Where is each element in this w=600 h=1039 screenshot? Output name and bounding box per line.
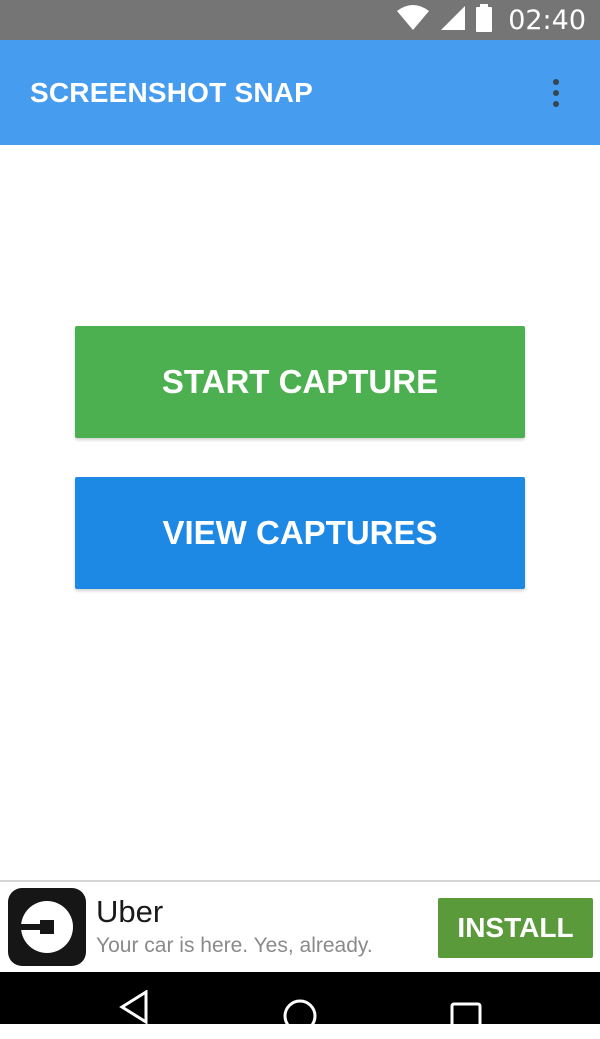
status-bar: 02:40 xyxy=(0,0,600,40)
ad-app-name[interactable]: Uber xyxy=(96,894,163,930)
ad-tagline: Your car is here. Yes, already. xyxy=(96,934,373,957)
main-content: START CAPTURE VIEW CAPTURES xyxy=(0,145,600,880)
status-clock: 02:40 xyxy=(508,4,586,36)
cell-signal-icon xyxy=(440,5,466,36)
battery-icon xyxy=(476,3,493,37)
app-title: SCREENSHOT SNAP xyxy=(30,76,314,108)
navigation-bar xyxy=(0,972,600,1034)
ad-banner[interactable]: Uber Your car is here. Yes, already. INS… xyxy=(0,880,600,972)
install-button[interactable]: INSTALL xyxy=(438,898,593,958)
app-bar: SCREENSHOT SNAP xyxy=(0,40,600,145)
home-icon[interactable] xyxy=(282,998,318,1039)
back-icon[interactable] xyxy=(118,989,150,1029)
more-vert-icon[interactable] xyxy=(542,73,570,113)
wifi-icon xyxy=(396,4,430,36)
start-capture-button[interactable]: START CAPTURE xyxy=(75,326,525,438)
uber-logo-icon[interactable] xyxy=(8,888,86,966)
recents-icon[interactable] xyxy=(450,1002,482,1039)
view-captures-button[interactable]: VIEW CAPTURES xyxy=(75,477,525,589)
